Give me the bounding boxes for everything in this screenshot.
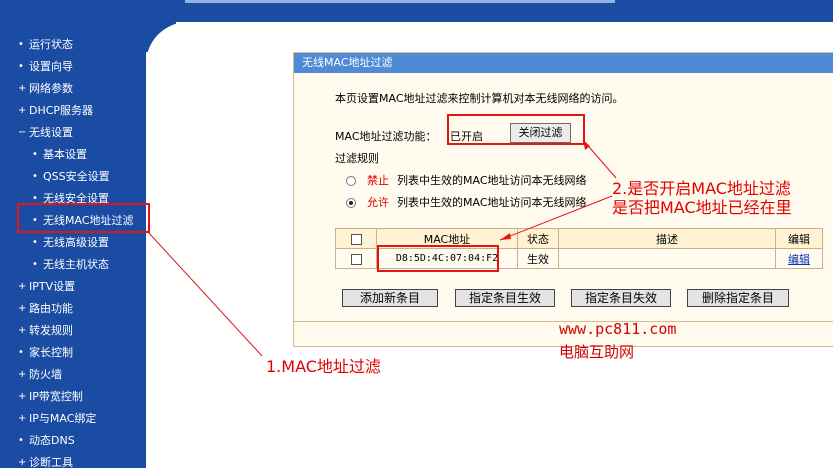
- annotation-2-line2: 是否把MAC地址已经在里: [612, 198, 792, 217]
- arrow-head-2b: [500, 233, 511, 240]
- watermark-url: www.pc811.com: [559, 320, 677, 338]
- arrow-line-2b: [499, 195, 613, 241]
- arrow-line-1: [147, 231, 263, 357]
- annotation-1: 1.MAC地址过滤: [266, 357, 381, 376]
- watermark-name: 电脑互助网: [559, 343, 635, 361]
- annotation-arrows: [147, 139, 617, 357]
- arrow-head-2a: [583, 140, 590, 150]
